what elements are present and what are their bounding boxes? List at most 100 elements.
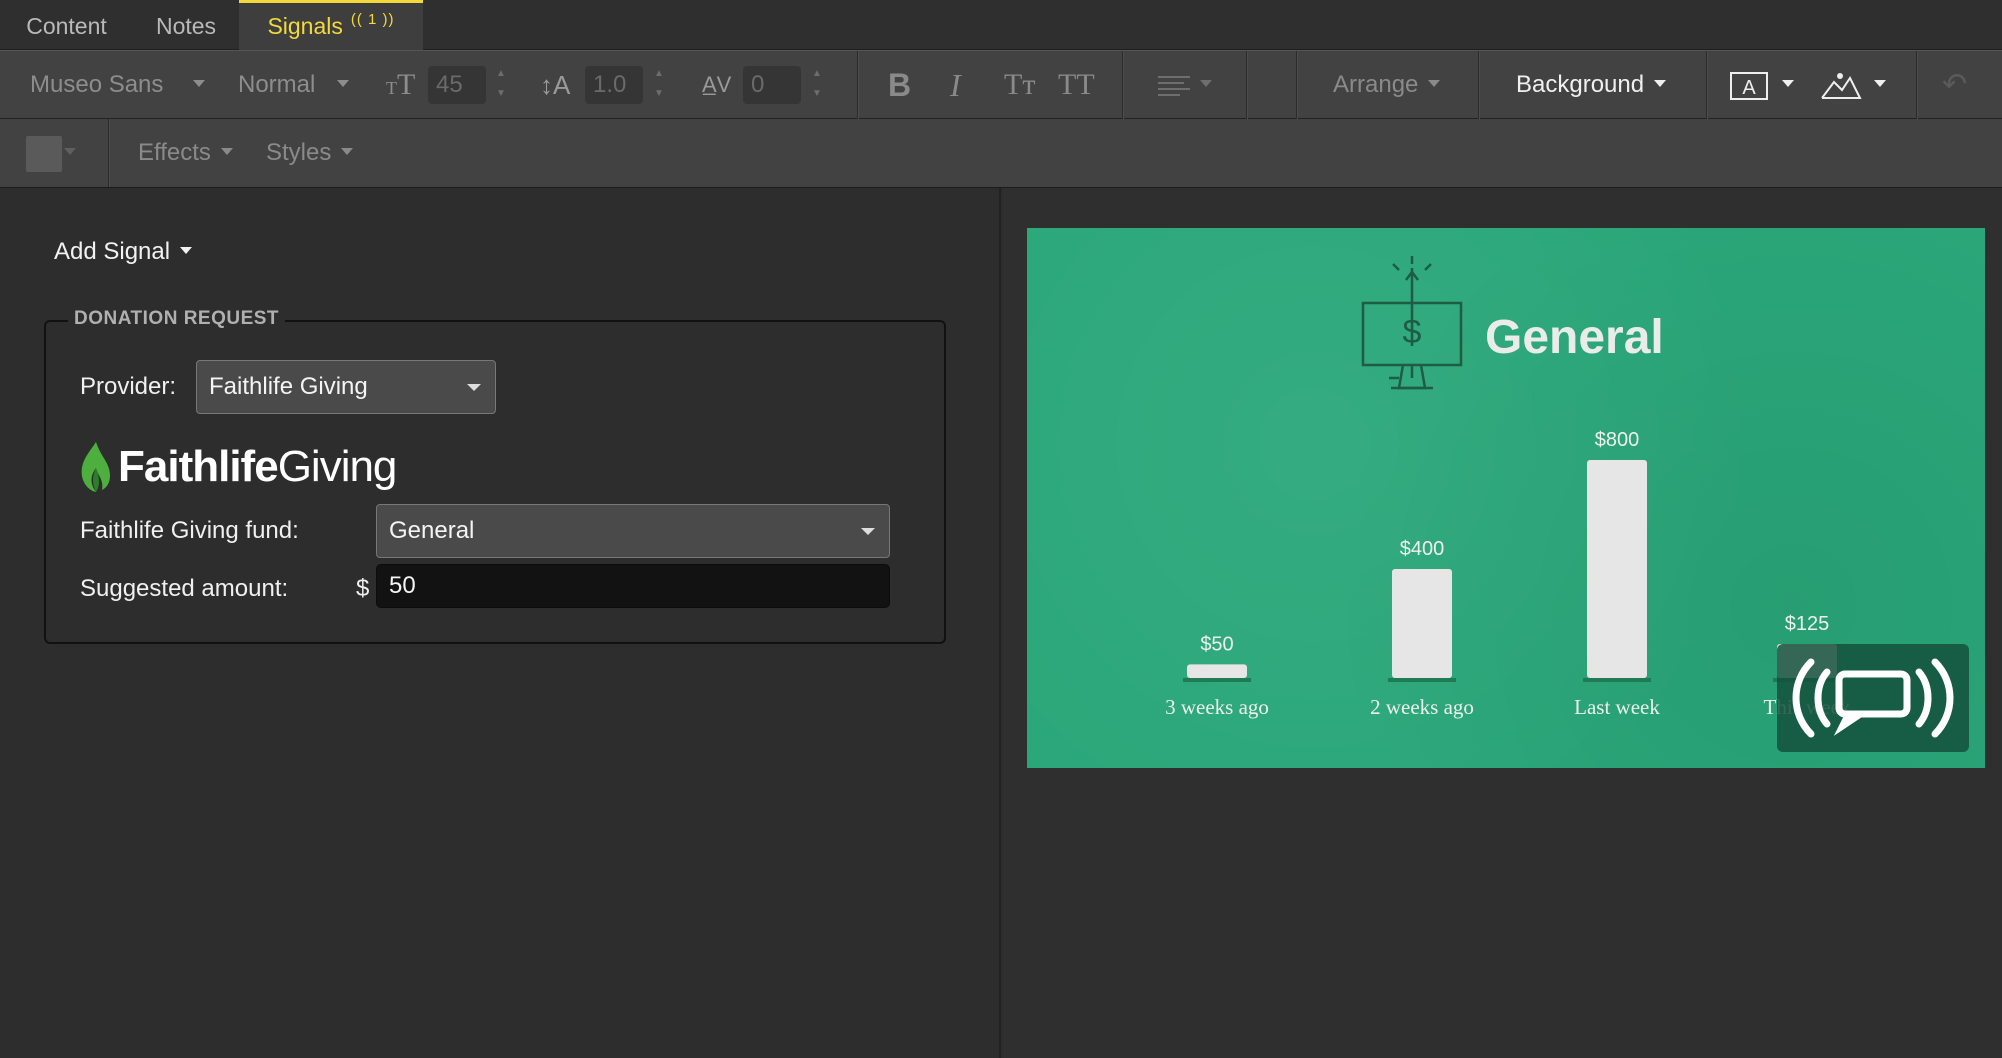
chevron-down-icon [220, 148, 233, 156]
toolbar-divider [1122, 51, 1124, 119]
chevron-down-icon [64, 148, 76, 156]
chart-bar [1587, 460, 1647, 678]
line-height-icon: ↕A [540, 70, 571, 100]
text-box-dropdown[interactable]: A [1728, 51, 1794, 119]
chevron-down-icon [1782, 80, 1794, 88]
font-family-dropdown[interactable]: Museo Sans [30, 51, 206, 119]
letter-spacing-icon: A̲V [702, 72, 732, 97]
currency-symbol: $ [356, 575, 370, 602]
chart-bar [1392, 569, 1452, 678]
slide-preview[interactable]: $ $50 3 weeks ago $400 2 weeks ago $800 Last … [1027, 228, 1985, 768]
bar-baseline [1183, 678, 1251, 682]
font-size-icon: TT [386, 68, 416, 101]
font-style-dropdown[interactable]: Normal [238, 51, 350, 119]
font-size-stepper-down[interactable]: ▼ [494, 87, 508, 101]
style-toolbar: Effects Styles [0, 119, 2002, 188]
image-dropdown[interactable] [1820, 51, 1886, 119]
logo-text-bold: Faithlife [118, 442, 279, 491]
tab-signals[interactable]: Signals (( 1 )) [239, 0, 423, 50]
line-height-value: 1.0 [593, 71, 627, 98]
donation-request-section: DONATION REQUEST Provider: Faithlife Giv… [44, 308, 946, 644]
toolbar-divider [1246, 51, 1248, 119]
all-caps-icon: TT [1058, 68, 1095, 101]
chevron-down-icon [861, 528, 875, 535]
background-label: Background [1516, 71, 1645, 98]
chart-bar [1187, 664, 1247, 678]
bar-value-label: $50 [1200, 633, 1233, 655]
color-swatch[interactable] [26, 136, 62, 172]
bar-baseline [1583, 678, 1651, 682]
bold-button[interactable]: B [888, 51, 911, 119]
all-caps-button[interactable]: TT [1058, 51, 1095, 119]
add-signal-button[interactable]: Add Signal [54, 238, 193, 266]
line-height-stepper-down[interactable]: ▼ [652, 87, 666, 101]
suggested-amount-value: 50 [389, 572, 416, 599]
letter-spacing-value: 0 [751, 71, 765, 98]
line-height-stepper-up[interactable]: ▲ [652, 67, 666, 81]
suggested-amount-input[interactable]: 50 [376, 564, 890, 608]
signals-panel: Add Signal DONATION REQUEST Provider: Fa… [0, 188, 1001, 1058]
signal-cast-overlay [1777, 644, 1969, 752]
tab-notes-label: Notes [155, 13, 217, 39]
styles-label: Styles [266, 139, 332, 166]
letter-spacing-stepper-down[interactable]: ▼ [810, 87, 824, 101]
toolbar-divider [1706, 51, 1708, 119]
mountain-image-icon [1821, 72, 1862, 99]
tab-content[interactable]: Content [0, 0, 133, 50]
bar-value-label: $400 [1400, 538, 1445, 560]
chevron-down-icon [1654, 80, 1667, 88]
tab-signals-label: Signals [267, 13, 343, 39]
undo-icon: ↶ [1942, 68, 1968, 101]
italic-icon: I [950, 67, 961, 103]
provider-label: Provider: [80, 373, 177, 400]
signals-count-badge: (( 1 )) [350, 11, 395, 28]
letter-spacing-input[interactable]: 0 [743, 66, 801, 104]
category-label: Last week [1574, 695, 1660, 719]
fund-label: Faithlife Giving fund: [80, 517, 299, 544]
broadcast-signal-icon [1792, 658, 1954, 738]
chevron-down-icon [193, 80, 206, 88]
alignment-dropdown[interactable] [1156, 51, 1212, 119]
chevron-down-icon [180, 247, 193, 255]
bold-icon: B [888, 67, 912, 103]
amount-label: Suggested amount: [80, 575, 289, 602]
small-caps-icon: Tт [1004, 68, 1036, 101]
flame-icon [81, 442, 110, 492]
fund-value: General [389, 517, 475, 544]
effects-dropdown[interactable]: Effects [138, 119, 233, 187]
provider-select[interactable]: Faithlife Giving [196, 360, 496, 414]
tab-notes[interactable]: Notes [133, 0, 239, 50]
small-caps-button[interactable]: Tт [1004, 51, 1035, 119]
tab-content-label: Content [26, 13, 107, 39]
fund-select[interactable]: General [376, 504, 890, 558]
undo-button[interactable]: ↶ [1942, 51, 1967, 119]
text-format-toolbar: Museo Sans Normal TT 45 ▲ ▼ ↕A 1.0 ▲ ▼ A… [0, 50, 2002, 119]
font-size-value: 45 [436, 71, 463, 98]
logo-text-light: Giving [277, 442, 398, 491]
slide-title: General [1485, 311, 1664, 364]
line-height-input[interactable]: 1.0 [585, 66, 643, 104]
arrange-dropdown[interactable]: Arrange [1333, 51, 1441, 119]
category-label: 2 weeks ago [1370, 695, 1474, 719]
text-box-icon: A [1730, 71, 1768, 100]
donation-monitor-icon: $ [1361, 256, 1463, 390]
letter-spacing-stepper-up[interactable]: ▲ [810, 67, 824, 81]
toolbar-divider [1916, 51, 1918, 119]
toolbar-divider [1478, 51, 1480, 119]
font-family-value: Museo Sans [30, 71, 164, 98]
chevron-down-icon [1200, 80, 1212, 88]
styles-dropdown[interactable]: Styles [266, 119, 354, 187]
color-dropdown[interactable] [64, 119, 76, 187]
font-style-value: Normal [238, 71, 316, 98]
font-size-stepper-up[interactable]: ▲ [494, 67, 508, 81]
bar-value-label: $800 [1595, 429, 1640, 451]
font-size-input[interactable]: 45 [428, 66, 486, 104]
add-signal-label: Add Signal [54, 238, 171, 265]
italic-button[interactable]: I [950, 51, 961, 119]
category-label: 3 weeks ago [1165, 695, 1269, 719]
effects-label: Effects [138, 139, 211, 166]
tab-bar: Content Notes Signals (( 1 )) [0, 0, 2002, 50]
bar-baseline [1388, 678, 1456, 682]
background-dropdown[interactable]: Background [1516, 51, 1667, 119]
preview-panel: $ $50 3 weeks ago $400 2 weeks ago $800 Last … [1003, 188, 2002, 1058]
